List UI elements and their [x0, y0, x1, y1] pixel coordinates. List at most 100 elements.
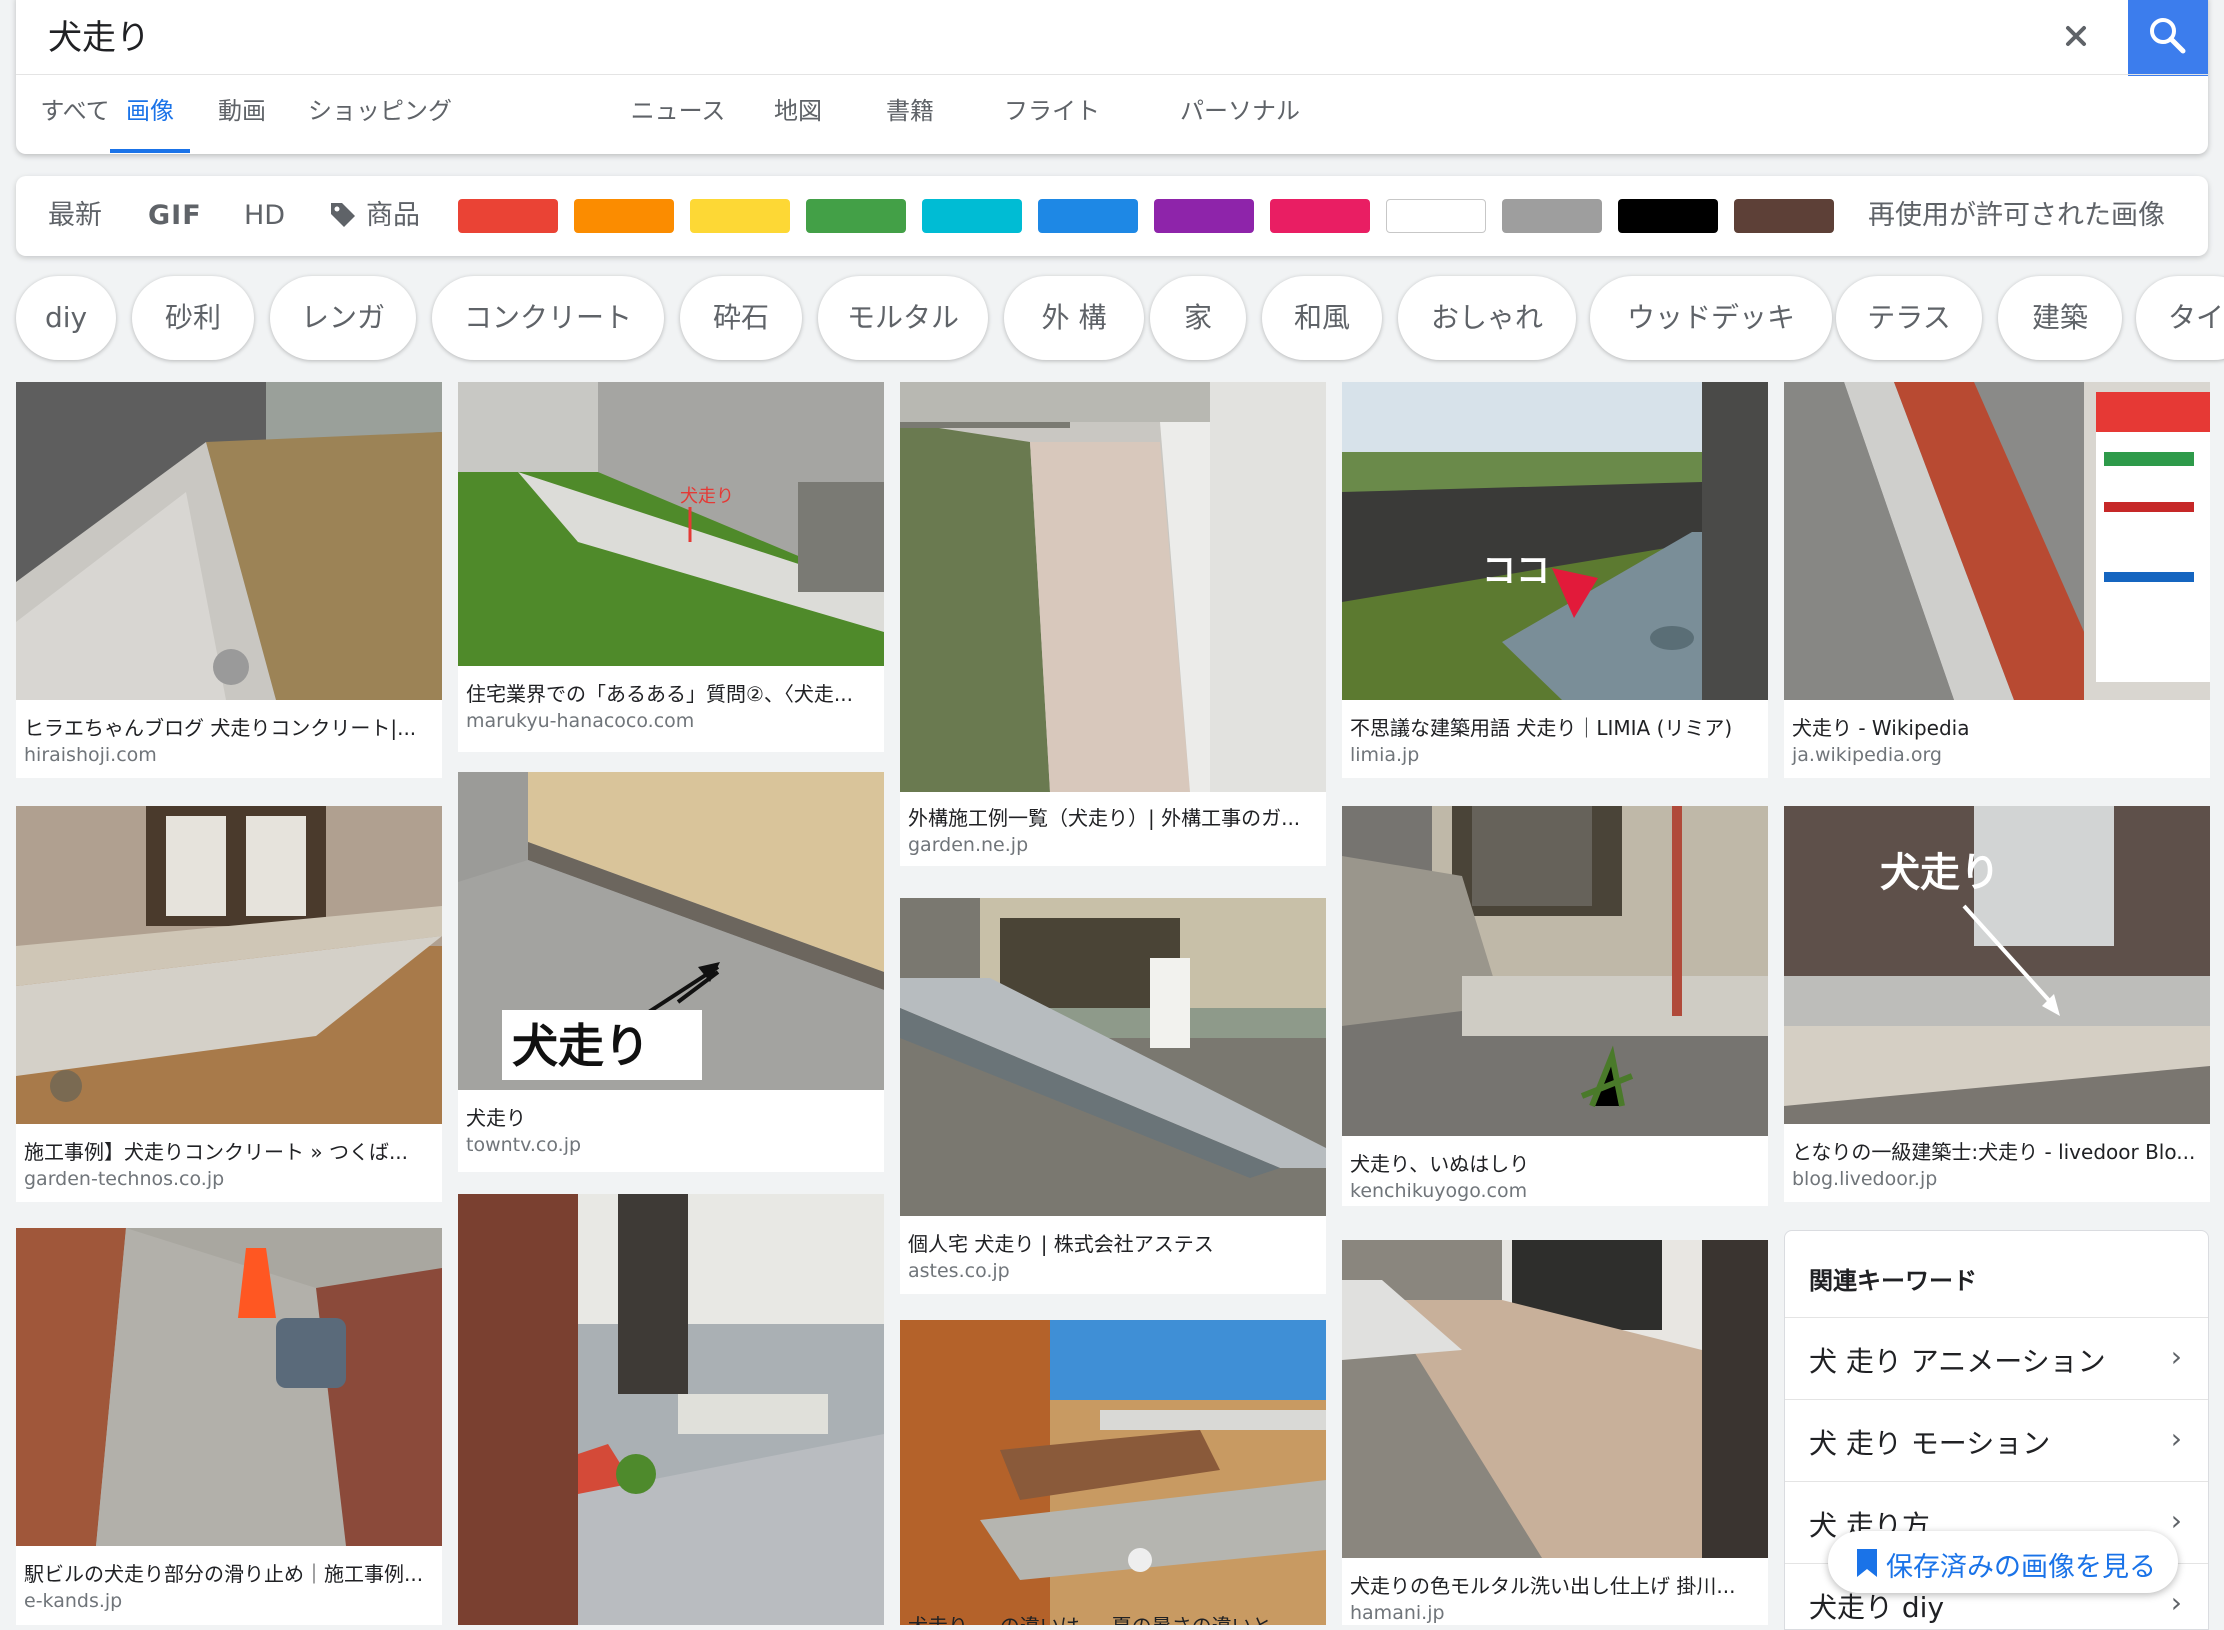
saved-images-label: 保存済みの画像を見る: [1886, 1552, 2156, 1583]
result-card[interactable]: 外構施工例一覧（犬走り）| 外構工事のガ... garden.ne.jp: [900, 382, 1326, 866]
chip-diy[interactable]: diy: [16, 276, 116, 360]
tab-books[interactable]: 書籍: [880, 75, 940, 154]
chip-crushed-stone[interactable]: 砕石: [680, 276, 802, 360]
result-card[interactable]: 犬走り となりの一級建築士:犬走り - livedoor Blo... blog…: [1784, 806, 2210, 1202]
related-keywords-title: 関連キーワード: [1809, 1267, 1977, 1295]
filter-hd[interactable]: HD: [244, 176, 285, 256]
overlay-label: 犬走り: [1880, 850, 2000, 896]
result-domain: hiraishoji.com: [24, 744, 157, 766]
color-swatch[interactable]: [1618, 199, 1718, 233]
result-thumbnail[interactable]: [1342, 1240, 1768, 1558]
result-card[interactable]: ココ 不思議な建築用語 犬走り｜LIMIA (リミア) limia.jp: [1342, 382, 1768, 778]
color-swatch[interactable]: [1154, 199, 1254, 233]
filter-gif[interactable]: GIF: [148, 176, 202, 256]
color-swatch[interactable]: [1502, 199, 1602, 233]
result-thumbnail[interactable]: [1784, 382, 2210, 700]
tab-maps[interactable]: 地図: [768, 75, 828, 154]
result-thumbnail[interactable]: 犬走り: [458, 772, 884, 1090]
color-swatch[interactable]: [690, 199, 790, 233]
search-button[interactable]: [2128, 0, 2208, 76]
result-card[interactable]: 犬走り - Wikipedia ja.wikipedia.org: [1784, 382, 2210, 778]
color-swatch[interactable]: [806, 199, 906, 233]
result-title: 住宅業界での「あるある」質問②、〈犬走...: [466, 682, 854, 706]
result-domain: ja.wikipedia.org: [1792, 744, 1942, 766]
result-title: ヒラエちゃんブログ 犬走りコンクリート|...: [24, 716, 417, 740]
image-filters: 最新 GIF HD 商品 再使用が許可された画像: [16, 176, 2208, 256]
result-thumbnail[interactable]: 犬走り: [458, 382, 884, 666]
chip-gravel[interactable]: 砂利: [132, 276, 254, 360]
filter-products[interactable]: 商品: [366, 176, 420, 256]
result-title: 犬走り、いぬはしり: [1350, 1152, 1530, 1176]
chip-mortar[interactable]: モルタル: [818, 276, 988, 360]
result-title: 犬走りの色モルタル洗い出し仕上げ 掛川...: [1350, 1574, 1736, 1598]
chip-house[interactable]: 家: [1150, 276, 1246, 360]
chip-brick[interactable]: レンガ: [270, 276, 416, 360]
tab-personal[interactable]: パーソナル: [1160, 75, 1320, 154]
chip-stylish[interactable]: おしゃれ: [1398, 276, 1576, 360]
result-domain: towntv.co.jp: [466, 1134, 582, 1156]
result-thumbnail[interactable]: [16, 382, 442, 700]
result-card[interactable]: 犬走り 犬走り towntv.co.jp: [458, 772, 884, 1172]
related-keyword-item[interactable]: 犬 走り モーション ›: [1785, 1399, 2208, 1481]
related-keyword-label: 犬 走り アニメーション: [1809, 1345, 2106, 1378]
filter-reuse[interactable]: 再使用が許可された画像: [1868, 176, 2165, 256]
color-swatch[interactable]: [922, 199, 1022, 233]
chip-architecture[interactable]: 建築: [1998, 276, 2122, 360]
chip-wood-deck[interactable]: ウッドデッキ: [1590, 276, 1832, 360]
chevron-right-icon: ›: [2170, 1340, 2182, 1373]
result-thumbnail[interactable]: [900, 382, 1326, 792]
overlay-label: 犬走り: [512, 1019, 650, 1073]
result-card[interactable]: 個人宅 犬走り | 株式会社アステス astes.co.jp: [900, 898, 1326, 1294]
chevron-right-icon: ›: [2170, 1504, 2182, 1537]
color-swatch[interactable]: [1038, 199, 1138, 233]
tab-all[interactable]: すべて: [32, 75, 118, 154]
result-thumbnail[interactable]: [1342, 806, 1768, 1136]
chip-terrace[interactable]: テラス: [1836, 276, 1982, 360]
tab-images[interactable]: 画像: [110, 75, 190, 154]
chip-tile[interactable]: タイ: [2136, 276, 2224, 360]
tab-news[interactable]: ニュース: [610, 75, 746, 154]
result-card[interactable]: 施工事例】犬走りコンクリート » つくば... garden-technos.c…: [16, 806, 442, 1202]
result-card[interactable]: ヒラエちゃんブログ 犬走りコンクリート|... hiraishoji.com: [16, 382, 442, 778]
color-swatch[interactable]: [458, 199, 558, 233]
saved-images-button[interactable]: 保存済みの画像を見る: [1828, 1531, 2178, 1593]
result-title: 不思議な建築用語 犬走り｜LIMIA (リミア): [1350, 716, 1733, 740]
tag-icon: [328, 200, 358, 234]
chevron-right-icon: ›: [2170, 1422, 2182, 1455]
result-title: 個人宅 犬走り | 株式会社アステス: [908, 1232, 1214, 1256]
result-card[interactable]: [458, 1194, 884, 1625]
result-thumbnail[interactable]: [16, 806, 442, 1124]
tab-flights[interactable]: フライト: [996, 75, 1108, 154]
color-swatch[interactable]: [574, 199, 674, 233]
result-card[interactable]: 犬走りの色モルタル洗い出し仕上げ 掛川... hamani.jp: [1342, 1240, 1768, 1625]
tab-videos[interactable]: 動画: [202, 75, 282, 154]
result-thumbnail[interactable]: 犬走り: [1784, 806, 2210, 1124]
color-swatch[interactable]: [1386, 199, 1486, 233]
result-thumbnail[interactable]: ココ: [1342, 382, 1768, 700]
result-card[interactable]: 犬走り、いぬはしり kenchikuyogo.com: [1342, 806, 1768, 1206]
result-title: 駅ビルの犬走り部分の滑り止め｜施工事例...: [24, 1562, 424, 1586]
result-card[interactable]: 犬走り 住宅業界での「あるある」質問②、〈犬走... marukyu-hanac…: [458, 382, 884, 752]
chip-japanese-style[interactable]: 和風: [1262, 276, 1382, 360]
chevron-right-icon: ›: [2170, 1586, 2182, 1619]
result-thumbnail[interactable]: [900, 1320, 1326, 1625]
chip-exterior[interactable]: 外 構: [1004, 276, 1144, 360]
filter-latest[interactable]: 最新: [48, 176, 102, 256]
result-thumbnail[interactable]: [900, 898, 1326, 1216]
result-domain: e-kands.jp: [24, 1590, 123, 1612]
result-thumbnail[interactable]: [16, 1228, 442, 1546]
result-title: 犬走り - Wikipedia: [1792, 716, 1970, 740]
color-swatch[interactable]: [1734, 199, 1834, 233]
color-swatch[interactable]: [1270, 199, 1370, 233]
related-keyword-item[interactable]: 犬 走り アニメーション ›: [1785, 1317, 2208, 1399]
result-card[interactable]: 駅ビルの犬走り部分の滑り止め｜施工事例... e-kands.jp: [16, 1228, 442, 1625]
result-card[interactable]: 犬走り ... の違いは ... 夏の暑さの違いと ...: [900, 1320, 1326, 1625]
result-title: 犬走り ... の違いは ... 夏の暑さの違いと ...: [908, 1610, 1318, 1625]
chip-concrete[interactable]: コンクリート: [432, 276, 664, 360]
result-thumbnail[interactable]: [458, 1194, 884, 1625]
result-domain: blog.livedoor.jp: [1792, 1168, 1938, 1190]
close-icon[interactable]: [2054, 14, 2098, 58]
search-input[interactable]: 犬走り: [48, 10, 150, 59]
result-title: 犬走り: [466, 1106, 526, 1130]
tab-shopping[interactable]: ショッピング: [300, 75, 460, 154]
